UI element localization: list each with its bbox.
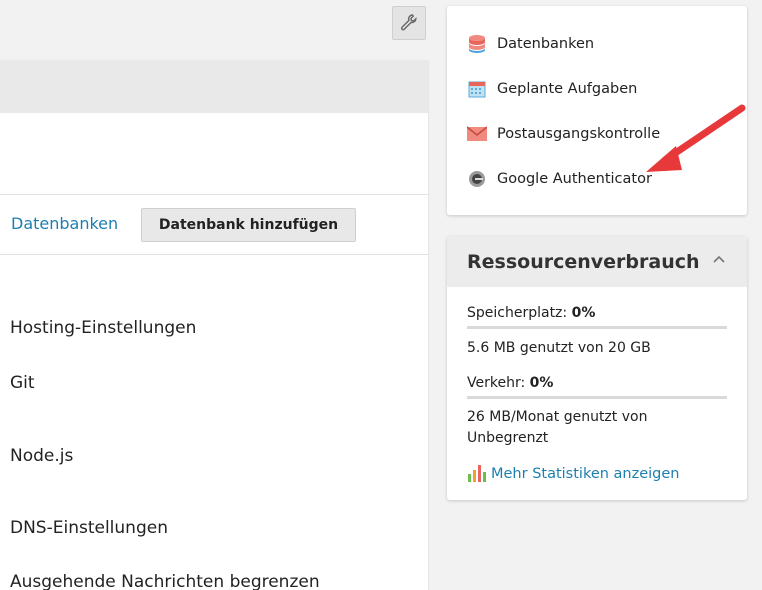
more-statistics-label: Mehr Statistiken anzeigen bbox=[491, 466, 680, 482]
resource-usage-header[interactable]: Ressourcenverbrauch bbox=[447, 236, 747, 287]
git-link[interactable]: Git bbox=[10, 373, 35, 393]
main-panel: Datenbanken Datenbank hinzufügen Hosting… bbox=[0, 60, 428, 590]
settings-wrench-button[interactable] bbox=[392, 6, 426, 40]
add-database-button[interactable]: Datenbank hinzufügen bbox=[141, 208, 356, 242]
chevron-up-icon[interactable] bbox=[713, 254, 725, 264]
quick-link-label: Geplante Aufgaben bbox=[497, 81, 638, 97]
quick-link-databases[interactable]: Datenbanken bbox=[467, 32, 594, 56]
databases-link[interactable]: Datenbanken bbox=[11, 214, 118, 233]
more-statistics-link[interactable]: Mehr Statistiken anzeigen bbox=[467, 464, 680, 482]
resource-usage-title: Ressourcenverbrauch bbox=[467, 251, 700, 273]
mail-icon bbox=[467, 124, 487, 144]
storage-percent: 0% bbox=[571, 305, 596, 321]
traffic-detail-line-1: 26 MB/Monat genutzt von bbox=[467, 409, 648, 425]
storage-progress-bar bbox=[467, 326, 727, 329]
authenticator-icon bbox=[467, 169, 487, 189]
limit-outgoing-messages-link[interactable]: Ausgehende Nachrichten begrenzen bbox=[10, 572, 320, 590]
quick-link-outgoing-mail-control[interactable]: Postausgangskontrolle bbox=[467, 122, 660, 146]
divider bbox=[0, 194, 428, 195]
quick-link-label: Datenbanken bbox=[497, 36, 595, 52]
wrench-icon bbox=[401, 14, 417, 31]
panel-header bbox=[0, 60, 428, 113]
annotation-arrow-icon bbox=[646, 104, 746, 172]
traffic-usage: Verkehr: 0% bbox=[467, 373, 553, 394]
traffic-label: Verkehr: bbox=[467, 375, 526, 391]
storage-label: Speicherplatz: bbox=[467, 305, 568, 321]
dns-settings-link[interactable]: DNS-Einstellungen bbox=[10, 518, 168, 538]
calendar-icon bbox=[467, 79, 487, 99]
storage-detail: 5.6 MB genutzt von 20 GB bbox=[467, 340, 651, 356]
database-icon bbox=[467, 34, 487, 54]
nodejs-link[interactable]: Node.js bbox=[10, 446, 73, 466]
divider bbox=[0, 254, 428, 255]
hosting-settings-link[interactable]: Hosting-Einstellungen bbox=[10, 318, 196, 338]
quick-link-label: Google Authenticator bbox=[497, 171, 652, 187]
traffic-percent: 0% bbox=[529, 375, 554, 391]
bar-chart-icon bbox=[468, 465, 486, 482]
quick-link-scheduled-tasks[interactable]: Geplante Aufgaben bbox=[467, 77, 637, 101]
resource-usage-card: Ressourcenverbrauch Speicherplatz: 0% 5.… bbox=[447, 236, 747, 500]
traffic-detail-line-2: Unbegrenzt bbox=[467, 430, 549, 446]
quick-link-label: Postausgangskontrolle bbox=[497, 126, 661, 142]
storage-usage: Speicherplatz: 0% bbox=[467, 303, 595, 324]
quick-link-google-authenticator[interactable]: Google Authenticator bbox=[467, 167, 652, 191]
traffic-progress-bar bbox=[467, 396, 727, 399]
